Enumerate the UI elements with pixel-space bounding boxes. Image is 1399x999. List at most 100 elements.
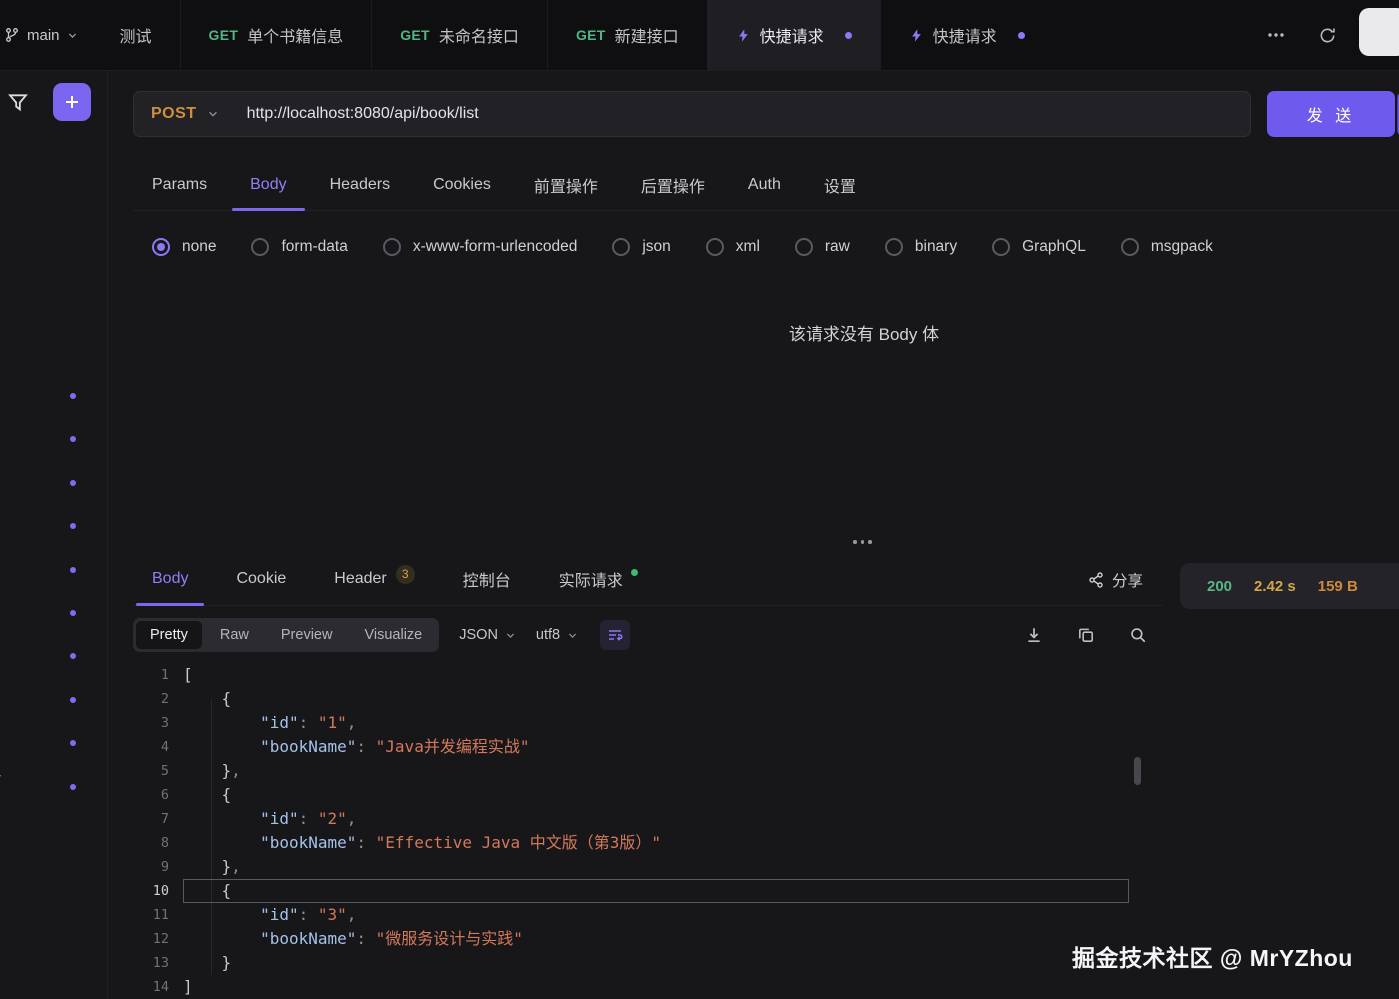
watermark: 掘金技术社区 @ MrYZhou — [1072, 945, 1353, 971]
line-content: "bookName": "Java并发编程实战" — [260, 737, 530, 756]
more-button[interactable] — [1262, 21, 1290, 49]
body-type-option-2[interactable]: x-www-form-urlencoded — [382, 238, 578, 256]
line-content: { — [221, 785, 232, 804]
body-type-option-4[interactable]: xml — [705, 238, 760, 256]
wrap-lines-button[interactable] — [600, 620, 631, 650]
view-mode-preview[interactable]: Preview — [267, 621, 347, 649]
response-status-bar: 200 2.42 s 159 B — [1180, 563, 1399, 609]
code-line: 3 "id": "1", — [133, 711, 1145, 735]
url-bar[interactable]: POST http://localhost:8080/api/book/list — [133, 91, 1251, 137]
branch-selector[interactable]: main — [0, 0, 92, 70]
header-tab-3[interactable]: GET 新建接口 — [546, 0, 707, 70]
body-type-option-1[interactable]: form-data — [251, 238, 348, 256]
radio-icon[interactable] — [382, 238, 401, 256]
radio-icon[interactable] — [794, 238, 813, 256]
body-type-option-8[interactable]: msgpack — [1120, 238, 1213, 256]
request-tab-1[interactable]: Body — [231, 160, 306, 211]
view-mode-visualize[interactable]: Visualize — [350, 621, 436, 649]
radio-icon[interactable] — [152, 238, 170, 256]
indicator-dot — [70, 567, 76, 573]
code-viewer[interactable]: 1[2 {3 "id": "1", 4 "bookName": "Java并发编程… — [133, 657, 1145, 999]
partial-corner-button[interactable] — [1359, 8, 1399, 56]
radio-icon[interactable] — [1120, 238, 1139, 256]
body-type-label: x-www-form-urlencoded — [412, 238, 578, 255]
chevron-down-icon — [208, 111, 217, 117]
body-type-options: none form-data x-www-form-urlencoded json xm… — [152, 228, 1213, 266]
line-number: 8 — [160, 835, 169, 851]
header-tab-0[interactable]: 测试 — [92, 0, 180, 70]
request-tab-6[interactable]: Auth — [748, 160, 781, 210]
request-tab-4[interactable]: 前置操作 — [534, 160, 598, 210]
indent-guide — [211, 699, 212, 975]
line-content: { — [183, 879, 1129, 903]
tab-label: 未命名接口 — [438, 29, 519, 46]
sidebar: / — [0, 70, 108, 999]
encoding-select[interactable]: utf8 — [536, 627, 578, 643]
header-tab-5[interactable]: 快捷请求 — [879, 0, 1053, 70]
send-button[interactable]: 发 送 — [1267, 91, 1395, 137]
body-type-label: json — [642, 238, 671, 255]
view-mode-pretty[interactable]: Pretty — [136, 621, 202, 649]
scrollbar-thumb[interactable] — [1134, 757, 1141, 785]
filter-button[interactable] — [5, 89, 31, 118]
response-tab-label: Body — [152, 570, 189, 587]
format-select[interactable]: JSON — [459, 627, 516, 643]
line-content: "id": "1", — [260, 713, 357, 732]
body-type-option-3[interactable]: json — [612, 238, 671, 256]
request-tab-5[interactable]: 后置操作 — [641, 160, 705, 210]
request-tab-3[interactable]: Cookies — [433, 160, 491, 210]
body-type-option-6[interactable]: binary — [884, 238, 957, 256]
copy-icon — [1079, 628, 1093, 642]
code-lines: 1[2 {3 "id": "1", 4 "bookName": "Java并发编程… — [133, 663, 1145, 999]
response-tab-2[interactable]: Header 3 — [334, 553, 415, 605]
line-content: [ — [183, 665, 193, 684]
code-line: 11 "id": "3", — [133, 903, 1145, 927]
body-type-option-7[interactable]: GraphQL — [992, 238, 1086, 256]
status-time: 2.42 s — [1254, 577, 1296, 595]
copy-button[interactable] — [1073, 622, 1099, 648]
empty-body-message: 该请求没有 Body 体 — [788, 325, 940, 344]
header-tab-2[interactable]: GET 未命名接口 — [371, 0, 547, 70]
response-tab-0[interactable]: Body — [135, 553, 206, 606]
body-type-label: none — [182, 238, 217, 255]
tab-label: 测试 — [119, 29, 152, 46]
radio-icon[interactable] — [992, 238, 1011, 256]
share-button[interactable]: 分享 — [1088, 569, 1143, 591]
line-number: 11 — [152, 907, 169, 923]
radio-icon[interactable] — [251, 238, 270, 256]
refresh-button[interactable] — [1314, 22, 1341, 49]
line-number: 5 — [160, 763, 169, 779]
request-tab-7[interactable]: 设置 — [824, 160, 856, 210]
response-tab-label: 实际请求 — [558, 573, 623, 590]
method-select[interactable]: POST — [134, 105, 233, 123]
header-tab-4[interactable]: 快捷请求 — [706, 0, 880, 70]
tab-label: 新建接口 — [614, 29, 679, 46]
header-tab-1[interactable]: GET 单个书籍信息 — [179, 0, 372, 70]
code-line: 8 "bookName": "Effective Java 中文版（第3版）" — [133, 831, 1145, 855]
format-select-value: JSON — [459, 627, 498, 643]
code-line: 2 { — [133, 687, 1145, 711]
line-content: { — [221, 689, 232, 708]
radio-icon[interactable] — [705, 238, 724, 256]
plus-icon — [66, 96, 78, 108]
add-request-button[interactable] — [53, 83, 91, 121]
body-type-option-5[interactable]: raw — [794, 238, 850, 256]
line-content: "bookName": "Effective Java 中文版（第3版）" — [260, 833, 662, 852]
filter-icon — [8, 94, 28, 112]
body-type-option-0[interactable]: none — [152, 238, 216, 256]
view-mode-raw[interactable]: Raw — [206, 621, 263, 649]
line-number: 6 — [160, 787, 169, 803]
radio-icon[interactable] — [612, 238, 631, 256]
request-tab-0[interactable]: Params — [152, 160, 207, 210]
request-tab-2[interactable]: Headers — [330, 160, 390, 210]
response-tab-1[interactable]: Cookie — [236, 553, 286, 605]
response-tab-4[interactable]: 实际请求 — [559, 553, 638, 605]
search-button[interactable] — [1125, 622, 1151, 648]
radio-icon[interactable] — [884, 238, 903, 256]
download-button[interactable] — [1021, 622, 1047, 648]
response-tab-3[interactable]: 控制台 — [463, 553, 511, 605]
line-content: }, — [221, 761, 241, 780]
unsaved-dot — [844, 31, 852, 39]
url-input[interactable]: http://localhost:8080/api/book/list — [247, 105, 479, 123]
tab-label: 快捷请求 — [759, 29, 824, 46]
